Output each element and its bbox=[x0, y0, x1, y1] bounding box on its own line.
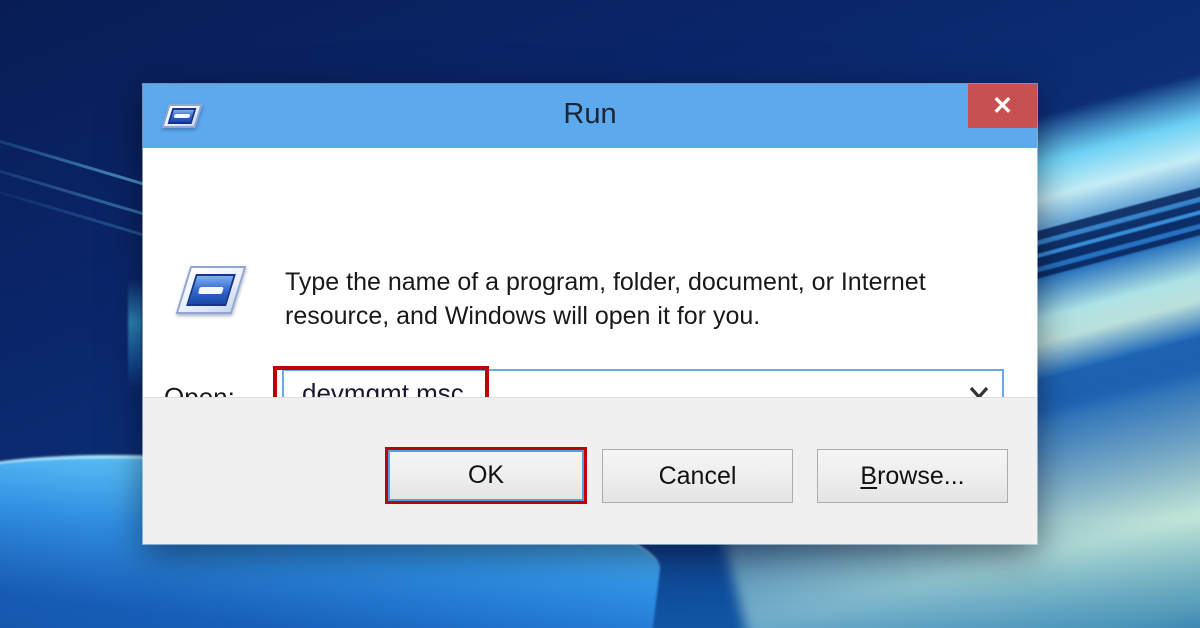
dialog-description: Type the name of a program, folder, docu… bbox=[285, 265, 991, 333]
dialog-body: Type the name of a program, folder, docu… bbox=[143, 148, 1037, 397]
browse-rest: rowse... bbox=[877, 462, 965, 490]
cancel-button[interactable]: Cancel bbox=[602, 449, 793, 503]
browse-button[interactable]: Browse... bbox=[817, 449, 1008, 503]
run-icon bbox=[176, 266, 247, 314]
titlebar: Run ✕ bbox=[143, 84, 1037, 148]
run-icon-slot bbox=[198, 287, 224, 294]
window-title: Run bbox=[143, 84, 1037, 148]
browse-accelerator: B bbox=[860, 462, 877, 490]
ok-button[interactable]: OK bbox=[388, 450, 584, 501]
close-button[interactable]: ✕ bbox=[968, 84, 1037, 128]
close-icon: ✕ bbox=[992, 92, 1013, 120]
dialog-footer: OK Cancel Browse... bbox=[143, 397, 1037, 544]
wallpaper-streak bbox=[128, 278, 142, 388]
run-dialog-window: Run ✕ Type the name of a program, folder… bbox=[143, 84, 1037, 544]
